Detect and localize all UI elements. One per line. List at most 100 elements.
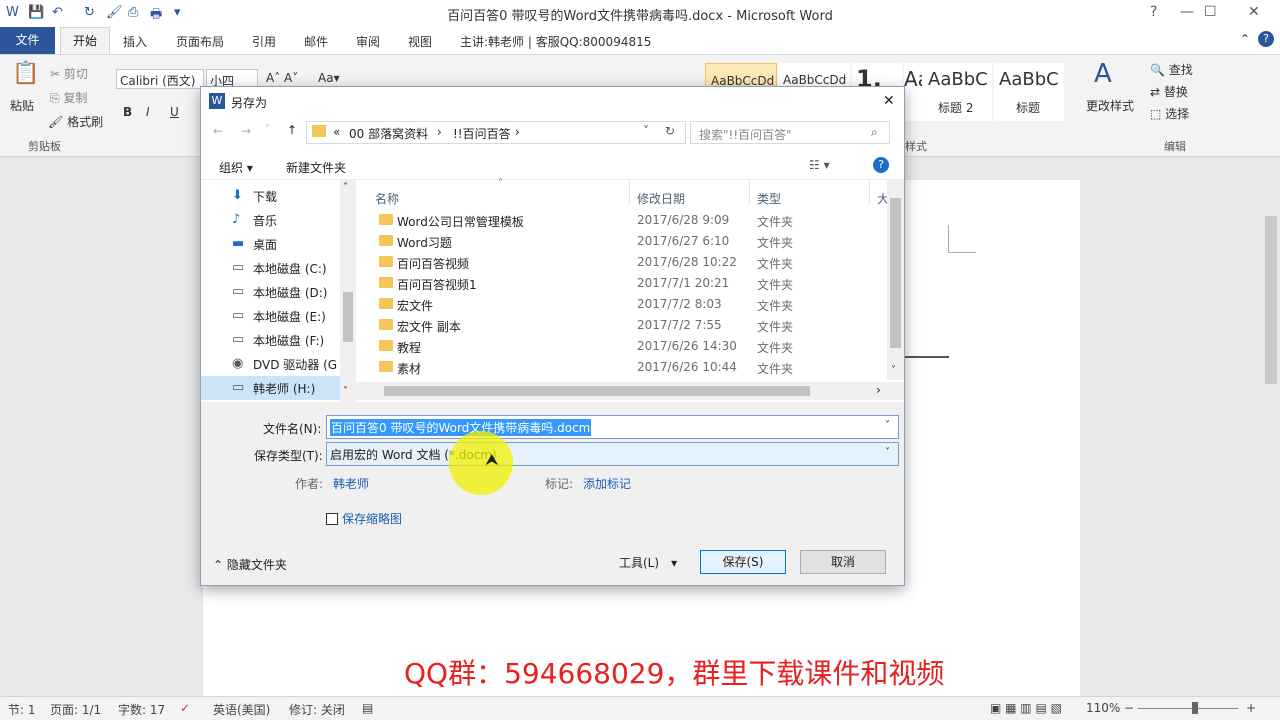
view-buttons[interactable]: ▣ ▦ ▥ ▤ ▧ xyxy=(990,701,1062,715)
breadcrumb-folder-1[interactable]: 00 部落窝资料 xyxy=(349,125,428,142)
up-folder-icon[interactable]: ↑ xyxy=(287,123,297,137)
grow-font-icon[interactable]: A˄ A˅ xyxy=(266,71,298,85)
refresh-icon[interactable]: ↻ xyxy=(665,124,675,138)
column-name[interactable]: 名称 xyxy=(375,190,399,207)
nav-item-drive-d[interactable]: ▭ 本地磁盘 (D:) xyxy=(201,280,341,304)
file-vscroll-thumb[interactable] xyxy=(890,198,901,348)
tools-button[interactable]: 工具(L) ▾ xyxy=(619,554,677,571)
recent-dropdown-icon[interactable]: ˅ xyxy=(265,124,270,135)
tab-layout[interactable]: 页面布局 xyxy=(176,33,224,50)
word-count[interactable]: 字数: 17 xyxy=(118,701,165,718)
style-title[interactable]: AaBbC 标题 xyxy=(994,63,1064,121)
dialog-close-button[interactable]: ✕ xyxy=(883,93,895,109)
search-icon[interactable]: ⌕ xyxy=(871,125,878,140)
file-hscrollbar[interactable]: › xyxy=(356,382,904,400)
zoom-level[interactable]: 110% xyxy=(1086,701,1120,715)
view-options-icon[interactable]: ☷ ▾ xyxy=(809,158,830,172)
file-hscroll-thumb[interactable] xyxy=(384,386,810,396)
change-styles-button[interactable]: 更改样式 xyxy=(1086,97,1134,114)
filename-input[interactable]: 百问百答0 带叹号的Word文件携带病毒吗.docm ˅ xyxy=(326,415,899,439)
file-row[interactable]: 宏文件 副本 2017/7/2 7:55 文件夹 xyxy=(356,315,876,336)
font-name-select[interactable]: Calibri (西文) xyxy=(116,69,204,89)
nav-scrollbar[interactable]: ˄ ˅ xyxy=(340,180,356,402)
tab-references[interactable]: 引用 xyxy=(252,33,276,50)
copy-button[interactable]: ⎘ 复制 xyxy=(50,89,87,106)
paste-button[interactable]: 粘贴 xyxy=(10,97,34,114)
nav-item-drive-c[interactable]: ▭ 本地磁盘 (C:) xyxy=(201,256,341,280)
back-icon[interactable]: ← xyxy=(213,124,223,138)
file-row[interactable]: 素材 2017/6/26 10:44 文件夹 xyxy=(356,357,876,378)
column-type[interactable]: 类型 xyxy=(757,190,781,207)
ribbon-collapse-icon[interactable]: ⌃ xyxy=(1240,32,1250,46)
nav-scroll-thumb[interactable] xyxy=(343,292,353,342)
forward-icon[interactable]: → xyxy=(241,124,251,138)
track-changes-indicator[interactable]: 修订: 关闭 xyxy=(289,701,345,718)
column-date[interactable]: 修改日期 xyxy=(637,190,685,207)
macro-record-icon[interactable]: ▤ xyxy=(362,701,373,715)
vertical-scrollbar[interactable] xyxy=(1262,180,1280,700)
section-indicator[interactable]: 节: 1 xyxy=(8,701,36,718)
thumbnail-label[interactable]: 保存缩略图 xyxy=(342,510,402,527)
filetype-select[interactable]: 启用宏的 Word 文档 (*.docm) ˅ xyxy=(326,442,899,466)
zoom-slider-thumb[interactable] xyxy=(1192,702,1198,714)
search-box[interactable]: 搜索"!!百问百答" ⌕ xyxy=(690,121,890,144)
language-indicator[interactable]: 英语(美国) xyxy=(213,701,270,718)
change-case-icon[interactable]: Aa▾ xyxy=(318,71,340,85)
file-row[interactable]: Word习题 2017/6/27 6:10 文件夹 xyxy=(356,231,876,252)
underline-button[interactable]: U xyxy=(170,105,179,119)
breadcrumb-folder-2[interactable]: !!百问百答 xyxy=(453,125,511,142)
bold-button[interactable]: B xyxy=(123,105,132,119)
breadcrumb-overflow[interactable]: « xyxy=(333,125,340,139)
change-styles-icon[interactable]: A xyxy=(1094,59,1112,89)
page-indicator[interactable]: 页面: 1/1 xyxy=(50,701,101,718)
minimize-button[interactable]: — xyxy=(1180,4,1194,20)
scroll-right-icon[interactable]: › xyxy=(876,383,881,397)
replace-button[interactable]: ⇄ 替换 xyxy=(1150,83,1188,100)
author-value[interactable]: 韩老师 xyxy=(333,475,369,492)
address-bar[interactable]: « 00 部落窝资料 › !!百问百答 › ˅ ↻ xyxy=(306,121,686,144)
file-row[interactable]: 教程 2017/6/26 14:30 文件夹 xyxy=(356,336,876,357)
cancel-button[interactable]: 取消 xyxy=(800,550,886,574)
tab-home[interactable]: 开始 xyxy=(60,27,110,54)
cut-button[interactable]: ✂ 剪切 xyxy=(50,65,88,82)
zoom-out-icon[interactable]: − xyxy=(1124,701,1134,715)
help-circle-icon[interactable]: ? xyxy=(1258,31,1274,47)
search-input[interactable]: 搜索"!!百问百答" xyxy=(699,126,792,143)
filename-dropdown-icon[interactable]: ˅ xyxy=(885,420,890,431)
scroll-up-icon[interactable]: ˄ xyxy=(343,182,348,193)
select-button[interactable]: ⬚ 选择 xyxy=(1150,105,1189,122)
format-painter-button[interactable]: 🖌 格式刷 xyxy=(48,113,103,130)
address-dropdown-icon[interactable]: ˅ xyxy=(643,124,649,138)
thumbnail-checkbox[interactable] xyxy=(326,513,338,525)
scroll-down-icon[interactable]: ˅ xyxy=(891,365,896,376)
organize-button[interactable]: 组织 ▾ xyxy=(219,159,253,176)
close-button[interactable]: ✕ xyxy=(1248,4,1260,20)
tab-review[interactable]: 审阅 xyxy=(356,33,380,50)
scroll-thumb[interactable] xyxy=(1265,216,1277,384)
file-row[interactable]: Word公司日常管理模板 2017/6/28 9:09 文件夹 xyxy=(356,210,876,231)
tags-value[interactable]: 添加标记 xyxy=(583,475,631,492)
paste-icon[interactable]: 📋 xyxy=(12,61,39,86)
tab-mailings[interactable]: 邮件 xyxy=(304,33,328,50)
tab-file[interactable]: 文件 xyxy=(0,27,55,54)
scroll-down-icon[interactable]: ˅ xyxy=(343,386,348,397)
tab-view[interactable]: 视图 xyxy=(408,33,432,50)
file-row[interactable]: 百问百答视频 2017/6/28 10:22 文件夹 xyxy=(356,252,876,273)
find-button[interactable]: 🔍 查找 xyxy=(1150,61,1193,78)
nav-item-desktop[interactable]: ▬ 桌面 xyxy=(201,232,341,256)
nav-item-music[interactable]: ♪ 音乐 xyxy=(201,208,341,232)
file-row[interactable]: 宏文件 2017/7/2 8:03 文件夹 xyxy=(356,294,876,315)
help-icon[interactable]: ? xyxy=(1150,4,1157,20)
file-vscrollbar[interactable]: ˅ xyxy=(887,180,904,380)
nav-item-drive-h[interactable]: ▭ 韩老师 (H:) xyxy=(201,376,341,400)
zoom-slider[interactable] xyxy=(1138,708,1238,709)
style-partial[interactable]: Aa xyxy=(904,63,930,121)
tab-insert[interactable]: 插入 xyxy=(123,33,147,50)
filetype-dropdown-icon[interactable]: ˅ xyxy=(885,447,890,458)
proofing-icon[interactable]: ✓ xyxy=(180,701,190,715)
nav-item-drive-e[interactable]: ▭ 本地磁盘 (E:) xyxy=(201,304,341,328)
nav-item-dvd[interactable]: ◉ DVD 驱动器 (G xyxy=(201,352,341,376)
save-button[interactable]: 保存(S) xyxy=(700,550,786,574)
nav-item-drive-f[interactable]: ▭ 本地磁盘 (F:) xyxy=(201,328,341,352)
zoom-in-icon[interactable]: + xyxy=(1246,701,1256,715)
